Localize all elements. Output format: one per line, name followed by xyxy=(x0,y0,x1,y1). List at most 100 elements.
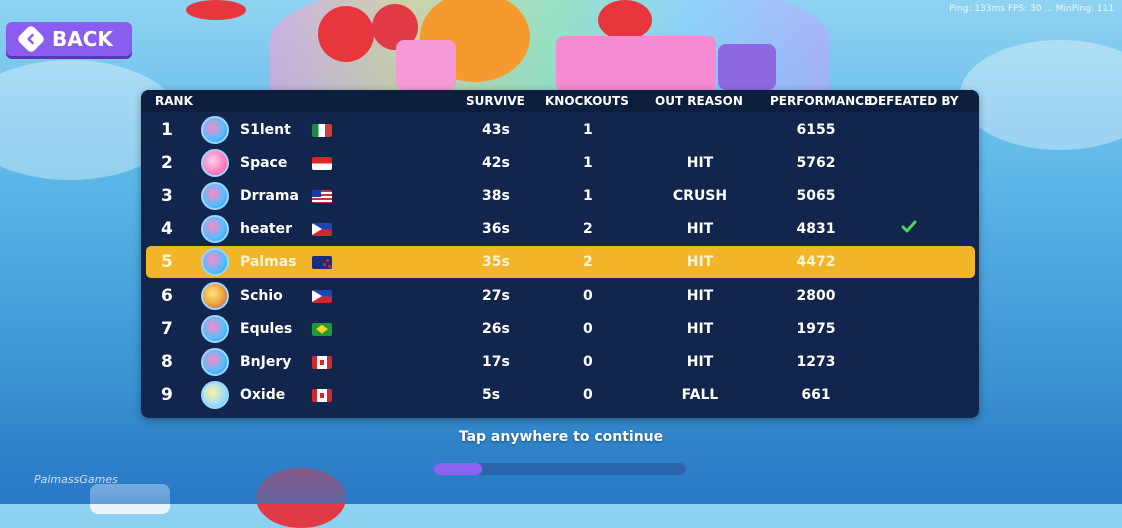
out-reason-cell: HIT xyxy=(686,320,714,337)
header-performance: PERFORMANCE xyxy=(770,94,873,108)
performance-stats-text: Ping: 133ms FPS: 30 ... MinPing: 111 xyxy=(949,4,1114,14)
player-avatar xyxy=(201,380,229,409)
table-row: 9 Oxide 5s 0 FALL 661 xyxy=(141,379,979,411)
out-reason-cell: FALL xyxy=(681,386,719,403)
background-candy xyxy=(718,44,776,90)
header-rank: RANK xyxy=(155,94,193,108)
header-knockouts: KNOCKOUTS xyxy=(545,94,629,108)
knockouts-cell: 0 xyxy=(583,320,593,337)
header-out-reason: OUT REASON xyxy=(655,94,743,108)
header-defeated-by: DEFEATED BY xyxy=(868,94,959,108)
table-row: 5 Palmas 35s 2 HIT 4472 xyxy=(146,246,975,279)
defeated-by-check-icon xyxy=(901,219,917,238)
indonesia-flag xyxy=(312,157,332,171)
player-name: S1lent xyxy=(240,122,291,138)
knockouts-cell: 1 xyxy=(583,188,593,205)
player-name: heater xyxy=(240,221,293,238)
player-avatar xyxy=(201,215,229,244)
new-zealand-flag xyxy=(312,256,332,270)
player-name: BnJery xyxy=(240,353,292,370)
survive-cell: 5s xyxy=(482,386,501,403)
table-row: 2 Space 42s 1 HIT 5762 xyxy=(141,147,979,179)
background-marshmallow xyxy=(396,40,456,90)
player-avatar xyxy=(201,149,229,178)
back-button[interactable]: BACK xyxy=(6,22,132,56)
rank-cell: 2 xyxy=(161,153,173,174)
out-reason-cell: CRUSH xyxy=(672,188,728,205)
player-name: Palmas xyxy=(240,254,297,271)
table-row: 3 Drrama 38s 1 CRUSH 5065 xyxy=(141,180,979,212)
knockouts-cell: 0 xyxy=(583,353,593,370)
survive-cell: 36s xyxy=(482,221,510,238)
performance-cell: 5762 xyxy=(796,155,836,172)
knockouts-cell: 1 xyxy=(583,155,593,172)
table-row: 7 Equles 26s 0 HIT 1975 xyxy=(141,313,979,345)
performance-cell: 4472 xyxy=(796,254,836,271)
performance-cell: 4831 xyxy=(796,221,836,238)
background-marshmallow xyxy=(556,36,716,92)
player-name: Schio xyxy=(240,287,283,304)
knockouts-cell: 0 xyxy=(583,287,593,304)
player-avatar xyxy=(201,314,229,343)
out-reason-cell: HIT xyxy=(686,254,714,271)
knockouts-cell: 1 xyxy=(583,122,593,138)
player-avatar xyxy=(201,347,229,376)
brazil-flag xyxy=(312,322,332,336)
table-header: RANK SURVIVE KNOCKOUTS OUT REASON PERFOR… xyxy=(141,90,979,112)
out-reason-cell: HIT xyxy=(686,353,714,370)
performance-cell: 1273 xyxy=(796,353,836,370)
survive-cell: 35s xyxy=(482,254,510,271)
player-avatar xyxy=(201,281,229,310)
performance-cell: 2800 xyxy=(796,287,836,304)
mexico-flag xyxy=(312,124,332,137)
survive-cell: 42s xyxy=(482,155,510,172)
performance-cell: 6155 xyxy=(796,122,836,138)
back-arrow-icon xyxy=(16,24,46,54)
knockouts-cell: 2 xyxy=(583,221,593,238)
survive-cell: 17s xyxy=(482,353,510,370)
performance-cell: 5065 xyxy=(796,188,836,205)
survive-cell: 38s xyxy=(482,188,510,205)
philippines-flag xyxy=(312,289,332,303)
table-row: 8 BnJery 17s 0 HIT 1273 xyxy=(141,346,979,378)
survive-cell: 43s xyxy=(482,122,510,138)
canada-flag xyxy=(312,355,332,369)
malaysia-flag xyxy=(312,190,332,204)
rank-cell: 6 xyxy=(161,285,173,306)
knockouts-cell: 0 xyxy=(583,386,593,403)
knockouts-cell: 2 xyxy=(583,254,593,271)
continue-prompt[interactable]: Tap anywhere to continue xyxy=(0,429,1122,445)
philippines-flag xyxy=(312,223,332,237)
player-avatar xyxy=(201,116,229,144)
background-strawberry xyxy=(598,0,652,40)
survive-cell: 26s xyxy=(482,320,510,337)
table-row: 4 heater 36s 2 HIT 4831 xyxy=(141,213,979,245)
player-name: Drrama xyxy=(240,188,299,205)
survive-cell: 27s xyxy=(482,287,510,304)
background-cloud xyxy=(960,40,1122,150)
header-survive: SURVIVE xyxy=(466,94,525,108)
watermark-text: PalmassGames xyxy=(34,473,118,486)
rank-cell: 1 xyxy=(161,120,173,140)
rank-cell: 8 xyxy=(161,351,173,372)
out-reason-cell: HIT xyxy=(686,155,714,172)
player-name: Space xyxy=(240,155,288,172)
performance-cell: 1975 xyxy=(796,320,836,337)
results-table: RANK SURVIVE KNOCKOUTS OUT REASON PERFOR… xyxy=(141,90,979,418)
back-button-label: BACK xyxy=(52,27,113,51)
rank-cell: 7 xyxy=(161,318,173,339)
rank-cell: 9 xyxy=(161,384,173,405)
player-avatar xyxy=(201,248,229,277)
performance-cell: 661 xyxy=(801,386,831,403)
table-row: 6 Schio 27s 0 HIT 2800 xyxy=(141,280,979,312)
background-strawberry xyxy=(318,6,374,62)
player-name: Equles xyxy=(240,320,293,337)
continue-progress-bar xyxy=(434,463,686,475)
rank-cell: 5 xyxy=(161,252,173,273)
rank-cell: 4 xyxy=(161,219,173,240)
canada-flag xyxy=(312,388,332,402)
progress-fill xyxy=(434,463,482,475)
background-strawberry xyxy=(186,0,246,20)
out-reason-cell: HIT xyxy=(686,287,714,304)
player-avatar xyxy=(201,182,229,211)
